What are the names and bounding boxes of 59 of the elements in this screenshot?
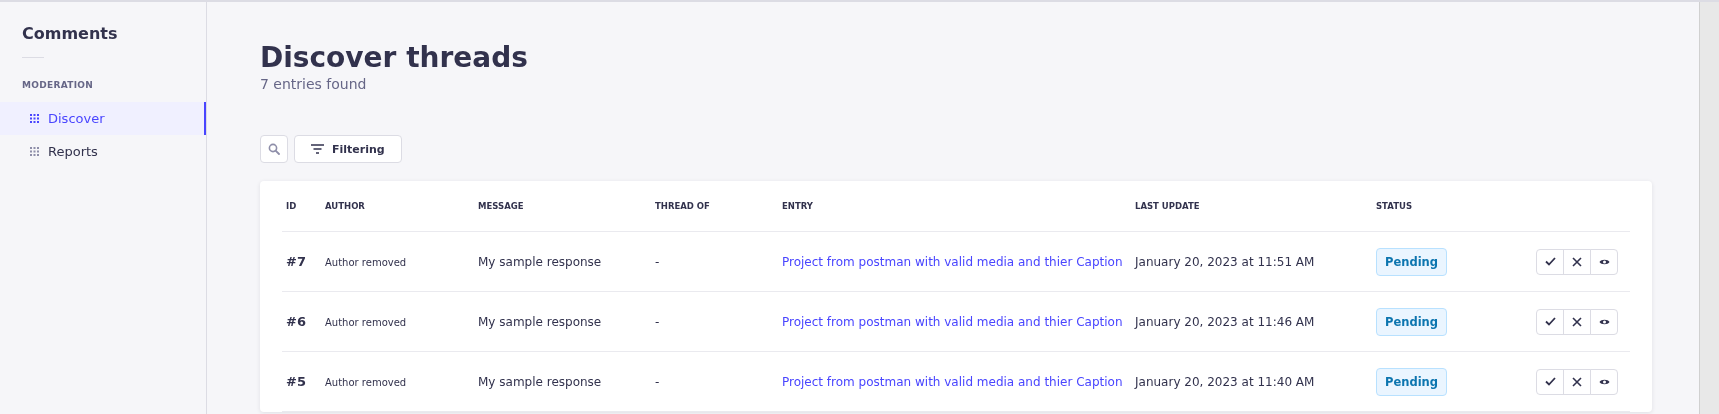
sidebar-item[interactable]: Discover: [0, 102, 206, 135]
last-update-text: January 20, 2023 at 11:46 AM: [1135, 314, 1315, 329]
filter-button[interactable]: Filtering: [294, 135, 402, 163]
column-header: ID: [282, 181, 325, 232]
reject-button[interactable]: [1563, 368, 1591, 395]
reject-button[interactable]: [1563, 308, 1591, 335]
entry-link[interactable]: Project from postman with valid media and thier Caption: [782, 254, 1123, 269]
search-button[interactable]: [260, 135, 288, 163]
message-text: My sample response: [478, 254, 602, 269]
message-text: My sample response: [478, 374, 602, 389]
sidebar-item[interactable]: Reports: [0, 135, 206, 168]
column-header: STATUS: [1376, 181, 1526, 232]
search-icon: [268, 143, 280, 155]
section-label: MODERATION: [22, 80, 95, 90]
grid-icon: [30, 147, 39, 156]
checkmark-icon: [1544, 317, 1556, 326]
eye-icon: [1598, 377, 1610, 386]
status-badge: Pending: [1376, 367, 1447, 396]
entries-count: 7 entries found: [260, 76, 368, 92]
checkmark-icon: [1544, 257, 1556, 266]
column-header: AUTHOR: [325, 181, 478, 232]
approve-button[interactable]: [1536, 248, 1564, 275]
thread-of-text: -: [655, 254, 660, 269]
author-text: Author removed: [325, 376, 407, 388]
last-update-text: January 20, 2023 at 11:40 AM: [1135, 374, 1315, 389]
status-badge: Pending: [1376, 247, 1447, 276]
message-text: My sample response: [478, 314, 602, 329]
eye-icon: [1598, 257, 1610, 266]
status-badge: Pending: [1376, 307, 1447, 336]
reject-button[interactable]: [1563, 248, 1591, 275]
last-update-text: January 20, 2023 at 11:51 AM: [1135, 254, 1315, 269]
page-title: Discover threads: [260, 40, 529, 76]
thread-of-text: -: [655, 314, 660, 329]
id-text: #5: [286, 374, 306, 389]
entry-link[interactable]: Project from postman with valid media and thier Caption: [782, 314, 1123, 329]
approve-button[interactable]: [1536, 308, 1564, 335]
scrollbar[interactable]: [1699, 2, 1719, 414]
sidebar-title: Comments: [22, 24, 119, 43]
close-icon: [1572, 316, 1582, 327]
column-header: MESSAGE: [478, 181, 655, 232]
view-button[interactable]: [1590, 368, 1618, 395]
thread-of-text: -: [655, 374, 660, 389]
filter-icon: [311, 144, 324, 154]
id-text: #6: [286, 314, 306, 329]
close-icon: [1572, 256, 1582, 267]
author-text: Author removed: [325, 256, 407, 268]
column-header: ENTRY: [782, 181, 1135, 232]
author-text: Author removed: [325, 316, 407, 328]
column-header: THREAD OF: [655, 181, 782, 232]
view-button[interactable]: [1590, 248, 1618, 275]
id-text: #7: [286, 254, 306, 269]
entry-link[interactable]: Project from postman with valid media and thier Caption: [782, 374, 1123, 389]
view-button[interactable]: [1590, 308, 1618, 335]
eye-icon: [1598, 317, 1610, 326]
column-header: LAST UPDATE: [1135, 181, 1376, 232]
close-icon: [1572, 376, 1582, 387]
checkmark-icon: [1544, 377, 1556, 386]
grid-icon: [30, 114, 39, 123]
approve-button[interactable]: [1536, 368, 1564, 395]
